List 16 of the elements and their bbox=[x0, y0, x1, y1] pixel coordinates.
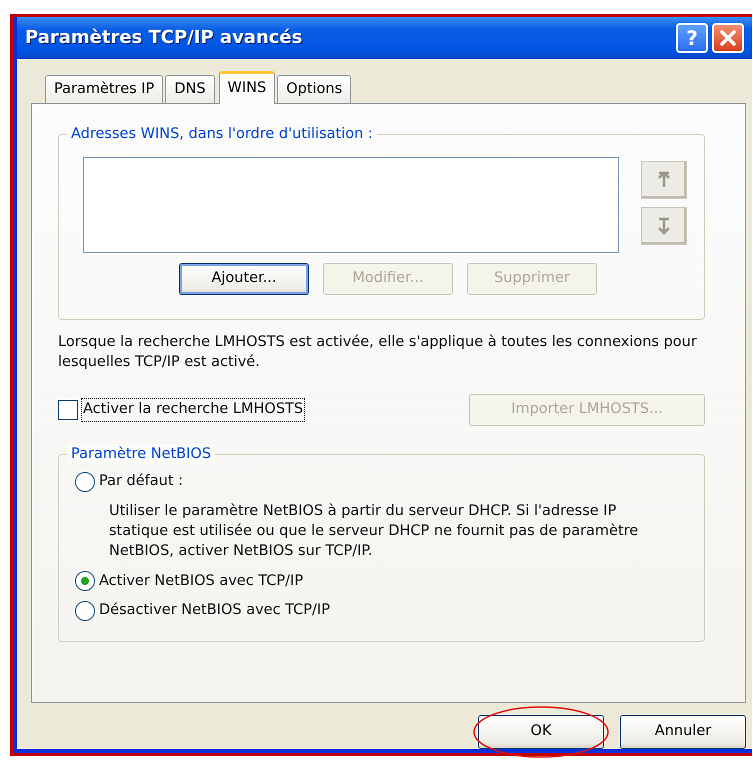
checkbox-label[interactable]: Activer la recherche LMHOSTS bbox=[82, 398, 304, 421]
tab[interactable]: WINS bbox=[218, 70, 276, 104]
dialog-button[interactable]: OK bbox=[478, 715, 604, 749]
window-title: Paramètres TCP/IP avancés bbox=[25, 26, 302, 50]
tab[interactable]: Paramètres IP bbox=[45, 74, 164, 103]
group-title: Adresses WINS, dans l'ordre d'utilisation : bbox=[67, 124, 377, 144]
dialog-button[interactable]: Annuler bbox=[620, 715, 746, 749]
tab[interactable]: Options bbox=[277, 74, 352, 103]
tab[interactable]: DNS bbox=[165, 74, 215, 103]
action-button[interactable]: Ajouter... bbox=[179, 262, 309, 295]
group-title: Paramètre NetBIOS bbox=[67, 444, 216, 464]
radio-label[interactable]: Désactiver NetBIOS avec TCP/IP bbox=[99, 600, 330, 622]
radio-label[interactable]: Par défaut : bbox=[99, 470, 184, 493]
radio-label[interactable]: Activer NetBIOS avec TCP/IP bbox=[99, 570, 304, 592]
option-description: Utiliser le paramètre NetBIOS à partir du serveur DHCP. Si l'adresse IP statique est utilisée ou que le serveur DHCP ne fournit pas de paramètre NetBIOS, activer NetBIOS sur TCP/IP. bbox=[109, 502, 640, 561]
lmhosts-description: Lorsque la recherche LMHOSTS est activée, elle s'applique à toutes les connexions pour lesquelles TCP/IP est activé. bbox=[58, 332, 698, 372]
